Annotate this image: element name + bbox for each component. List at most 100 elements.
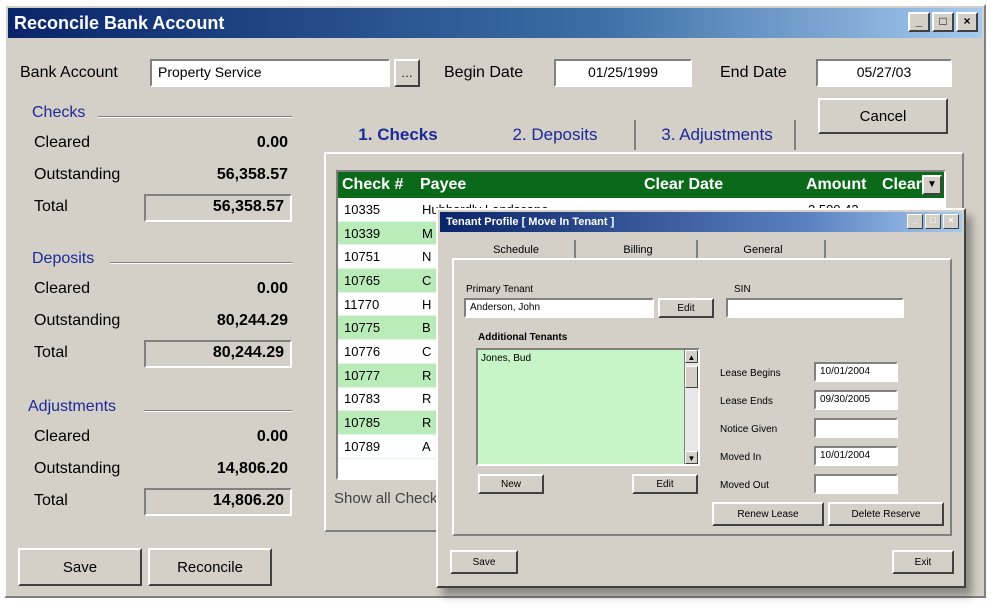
check-number-cell: 10777 bbox=[344, 367, 381, 383]
deposits-group-title: Deposits bbox=[32, 250, 95, 267]
check-number-cell: 10775 bbox=[344, 320, 381, 336]
additional-tenant-item[interactable]: Jones, Bud bbox=[481, 353, 695, 364]
deposits-outstanding-label: Outstanding bbox=[34, 312, 121, 329]
dialog-close-icon[interactable]: × bbox=[943, 214, 959, 229]
sin-label: SIN bbox=[734, 284, 751, 295]
additional-tenants-label: Additional Tenants bbox=[478, 332, 568, 343]
dialog-exit-button[interactable]: Exit bbox=[892, 550, 954, 574]
minimize-icon[interactable]: _ bbox=[908, 12, 930, 32]
payee-cell: C bbox=[422, 343, 432, 359]
checks-cleared-label: Cleared bbox=[34, 134, 91, 151]
renew-lease-button[interactable]: Renew Lease bbox=[712, 502, 824, 526]
additional-tenants-list[interactable]: Jones, Bud ▲ ▼ bbox=[476, 348, 700, 466]
notice-given-label: Notice Given bbox=[720, 424, 778, 435]
scroll-thumb[interactable] bbox=[685, 366, 698, 388]
delete-reserve-button[interactable]: Delete Reserve bbox=[828, 502, 944, 526]
dialog-minimize-icon[interactable]: _ bbox=[907, 214, 923, 229]
dialog-maximize-icon[interactable]: □ bbox=[925, 214, 941, 229]
window-title: Reconcile Bank Account bbox=[14, 12, 225, 33]
new-tenant-button[interactable]: New bbox=[478, 474, 544, 494]
payee-cell: C bbox=[422, 272, 432, 288]
bank-account-field[interactable]: Property Service bbox=[150, 59, 390, 87]
deposits-total-value: 80,244.29 bbox=[144, 340, 292, 368]
notice-given-field[interactable] bbox=[814, 418, 898, 438]
lease-ends-field[interactable]: 09/30/2005 bbox=[814, 390, 898, 410]
grid-header: Check # Payee Clear Date Amount Clear ▼ bbox=[338, 172, 944, 198]
sin-field[interactable] bbox=[726, 298, 904, 318]
lease-begins-field[interactable]: 10/01/2004 bbox=[814, 362, 898, 382]
end-date-field[interactable]: 05/27/03 bbox=[816, 59, 952, 87]
tab-deposits[interactable]: 2. Deposits bbox=[476, 120, 636, 150]
primary-tenant-field[interactable]: Anderson, John bbox=[464, 298, 654, 318]
check-number-cell: 10335 bbox=[344, 201, 381, 217]
chevron-down-icon[interactable]: ▼ bbox=[922, 175, 942, 195]
tab-adjustments[interactable]: 3. Adjustments bbox=[640, 120, 796, 150]
checks-total-value: 56,358.57 bbox=[144, 194, 292, 222]
primary-tenant-label: Primary Tenant bbox=[466, 284, 534, 295]
check-number-cell: 10785 bbox=[344, 415, 381, 431]
payee-cell: R bbox=[422, 367, 432, 383]
checks-outstanding-value: 56,358.57 bbox=[216, 166, 288, 183]
edit-primary-tenant-button[interactable]: Edit bbox=[658, 298, 714, 318]
close-icon[interactable]: × bbox=[956, 12, 978, 32]
cancel-button[interactable]: Cancel bbox=[818, 98, 948, 134]
payee-cell: R bbox=[422, 415, 432, 431]
save-button[interactable]: Save bbox=[18, 548, 142, 586]
deposits-outstanding-value: 80,244.29 bbox=[216, 312, 288, 329]
payee-cell: B bbox=[422, 320, 431, 336]
lease-ends-label: Lease Ends bbox=[720, 396, 773, 407]
edit-tenant-button[interactable]: Edit bbox=[632, 474, 698, 494]
checks-cleared-value: 0.00 bbox=[256, 134, 288, 151]
col-clear-date[interactable]: Clear Date bbox=[644, 176, 723, 194]
col-clear[interactable]: Clear bbox=[882, 176, 922, 194]
moved-out-label: Moved Out bbox=[720, 480, 769, 491]
check-number-cell: 10751 bbox=[344, 249, 381, 265]
adjustments-divider bbox=[144, 410, 292, 412]
adjustments-cleared-label: Cleared bbox=[34, 428, 91, 445]
col-check-number[interactable]: Check # bbox=[342, 176, 403, 194]
adjustments-outstanding-label: Outstanding bbox=[34, 460, 121, 477]
scrollbar[interactable]: ▲ ▼ bbox=[684, 350, 698, 464]
check-number-cell: 10339 bbox=[344, 225, 381, 241]
check-number-cell: 10789 bbox=[344, 438, 381, 454]
adjustments-outstanding-value: 14,806.20 bbox=[216, 460, 288, 477]
bank-account-label: Bank Account bbox=[20, 64, 118, 81]
tenant-profile-dialog: Tenant Profile [ Move In Tenant ] _ □ × … bbox=[436, 208, 966, 588]
moved-in-field[interactable]: 10/01/2004 bbox=[814, 446, 898, 466]
moved-out-field[interactable] bbox=[814, 474, 898, 494]
show-all-checks-label[interactable]: Show all Checks bbox=[334, 490, 445, 507]
dialog-tab-general[interactable]: General bbox=[702, 240, 826, 260]
bank-account-lookup-button[interactable]: … bbox=[394, 59, 420, 87]
col-payee[interactable]: Payee bbox=[420, 176, 466, 194]
dialog-tab-schedule[interactable]: Schedule bbox=[458, 240, 576, 260]
begin-date-label: Begin Date bbox=[444, 64, 524, 81]
end-date-label: End Date bbox=[720, 64, 787, 81]
lease-begins-label: Lease Begins bbox=[720, 368, 781, 379]
scroll-down-icon[interactable]: ▼ bbox=[685, 451, 698, 464]
deposits-cleared-value: 0.00 bbox=[256, 280, 288, 297]
maximize-icon[interactable]: □ bbox=[932, 12, 954, 32]
window-controls: _ □ × bbox=[908, 12, 978, 32]
dialog-window-controls: _ □ × bbox=[907, 214, 959, 229]
reconcile-button[interactable]: Reconcile bbox=[148, 548, 272, 586]
payee-cell: R bbox=[422, 391, 432, 407]
checks-outstanding-label: Outstanding bbox=[34, 166, 121, 183]
deposits-divider bbox=[110, 262, 292, 264]
check-number-cell: 11770 bbox=[344, 296, 380, 312]
dialog-title: Tenant Profile [ Move In Tenant ] bbox=[446, 216, 615, 228]
dialog-title-bar: Tenant Profile [ Move In Tenant ] _ □ × bbox=[440, 212, 962, 232]
checks-group-title: Checks bbox=[32, 104, 86, 121]
begin-date-field[interactable]: 01/25/1999 bbox=[554, 59, 692, 87]
dialog-save-button[interactable]: Save bbox=[450, 550, 518, 574]
adjustments-total-label: Total bbox=[34, 492, 68, 509]
check-number-cell: 10783 bbox=[344, 391, 381, 407]
adjustments-total-value: 14,806.20 bbox=[144, 488, 292, 516]
payee-cell: H bbox=[422, 296, 432, 312]
tab-checks[interactable]: 1. Checks bbox=[328, 120, 468, 150]
checks-divider bbox=[98, 116, 292, 118]
scroll-up-icon[interactable]: ▲ bbox=[685, 350, 698, 363]
col-amount[interactable]: Amount bbox=[806, 176, 866, 194]
title-bar: Reconcile Bank Account _ □ × bbox=[8, 8, 982, 38]
deposits-total-label: Total bbox=[34, 344, 68, 361]
dialog-tab-billing[interactable]: Billing bbox=[580, 240, 698, 260]
